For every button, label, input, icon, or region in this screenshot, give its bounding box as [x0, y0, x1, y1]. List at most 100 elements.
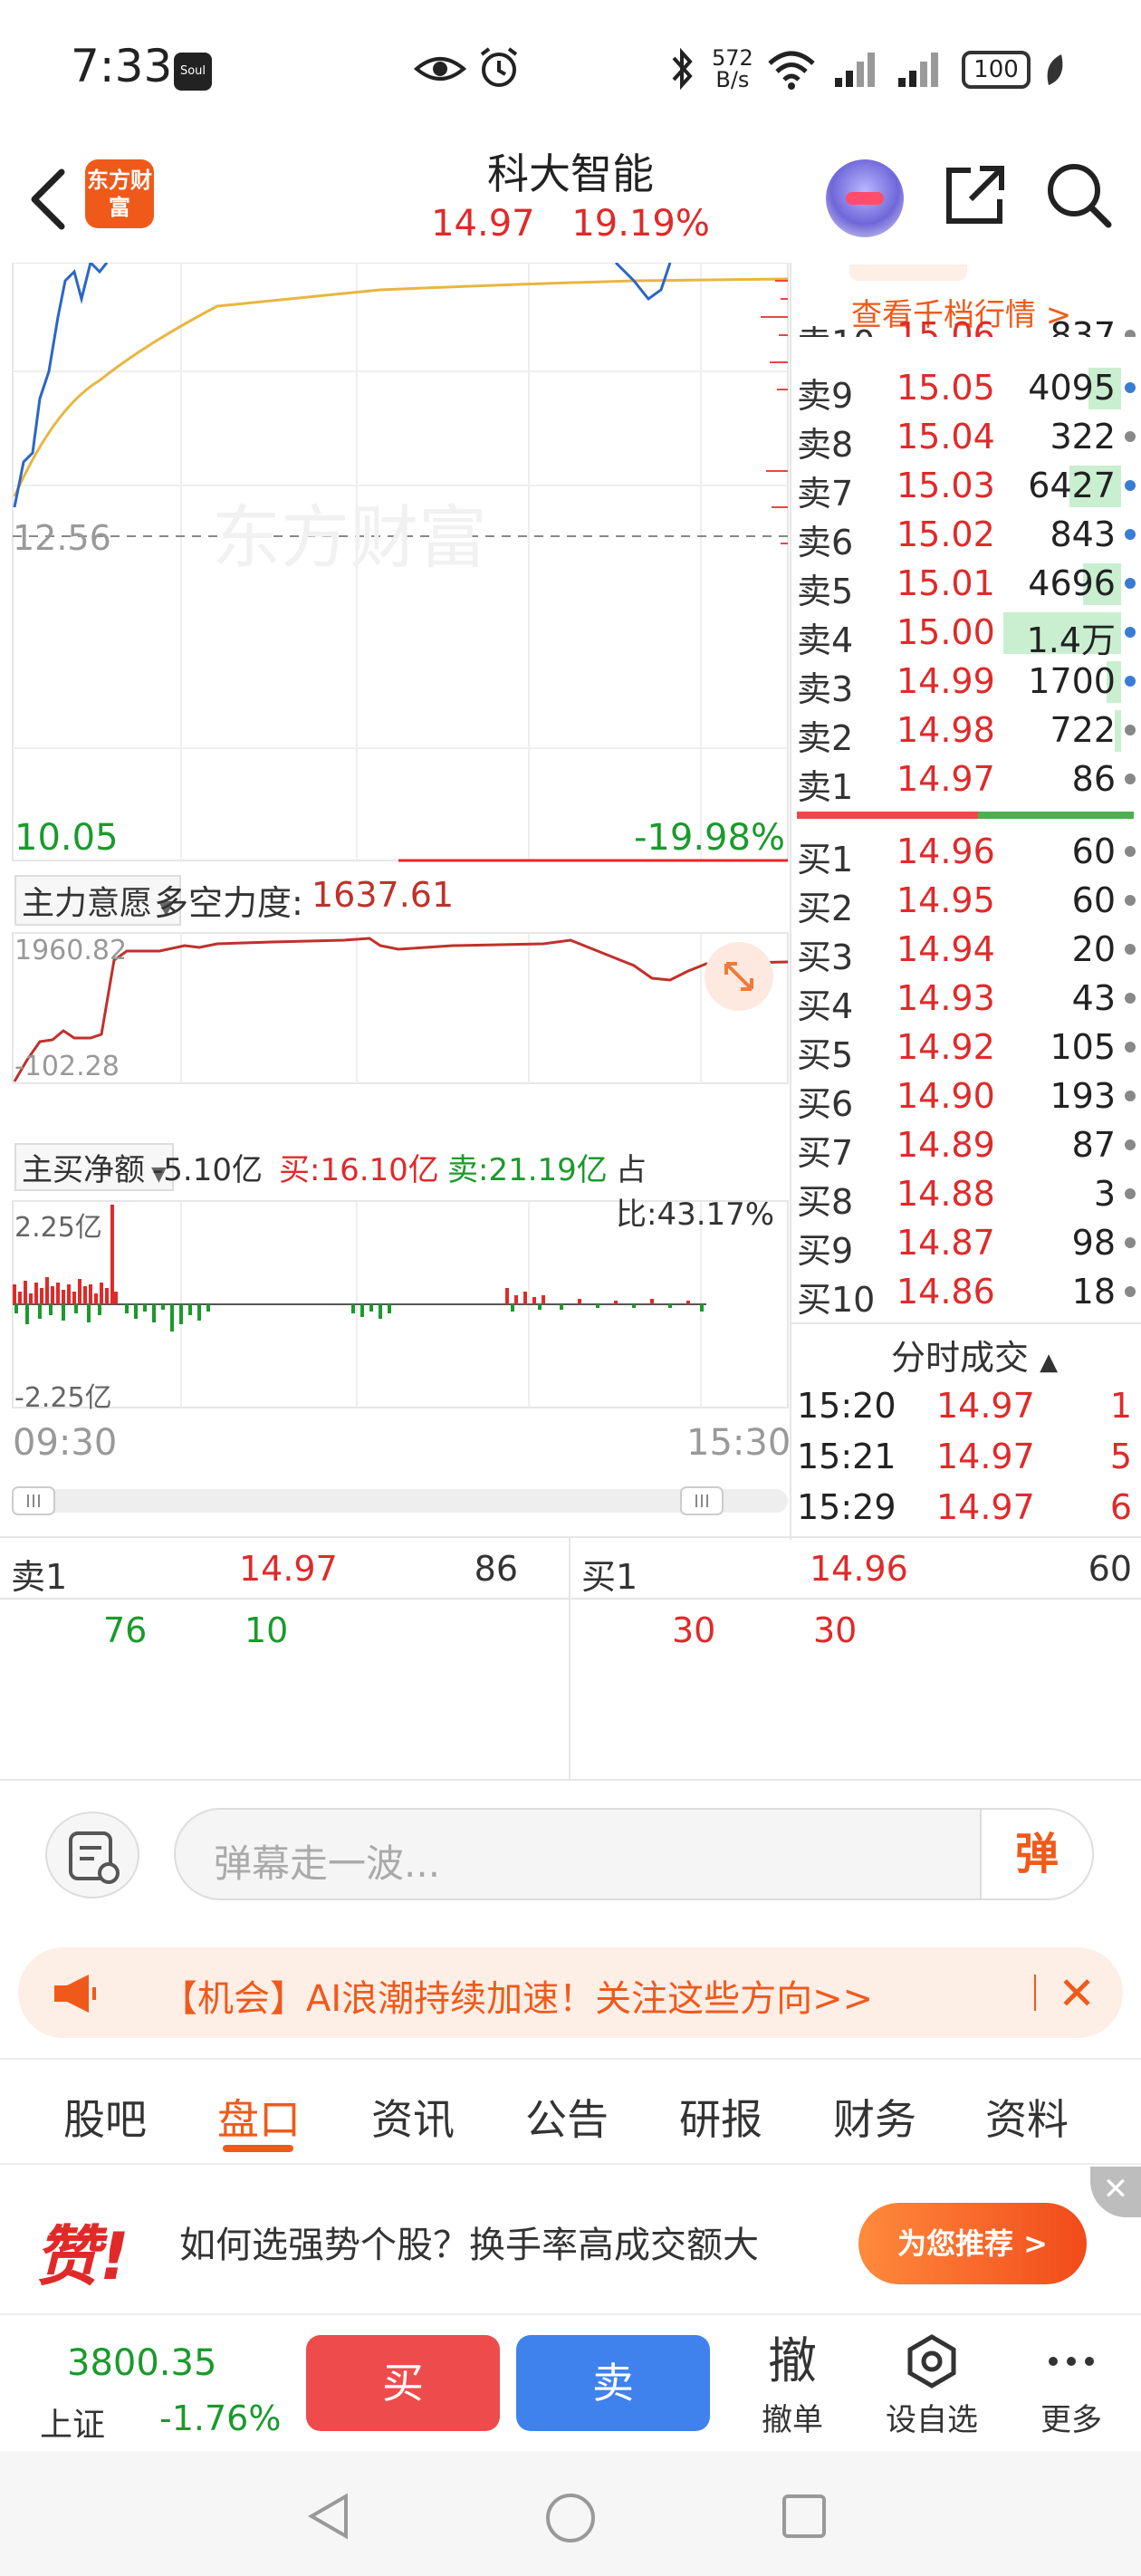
nav-back-icon[interactable]	[304, 2491, 355, 2542]
orderbook-buy-row[interactable]: 买3 14.94 20	[790, 924, 1141, 977]
level-price: 14.89	[896, 1125, 995, 1165]
level-price: 14.92	[896, 1027, 995, 1067]
orderbook-sell-row[interactable]: 卖1 14.97 86	[790, 754, 1141, 807]
orderbook-sell-row[interactable]: 卖5 15.01 4696	[790, 558, 1141, 611]
level-volume: 1.4万	[1026, 620, 1116, 660]
level-label: 买5	[797, 1035, 854, 1075]
tab-0[interactable]: 股吧	[63, 2087, 147, 2147]
level-dot-icon	[1125, 774, 1136, 784]
index-value[interactable]: 3800.35	[67, 2342, 216, 2384]
ticks-title[interactable]: 分时成交 ▲	[891, 1330, 1058, 1379]
tab-6[interactable]: 资料	[985, 2087, 1069, 2147]
signal-icon-1	[835, 53, 875, 87]
tab-3[interactable]: 公告	[525, 2087, 609, 2147]
danmu-send-button[interactable]: 弹	[980, 1810, 1092, 1898]
orderbook-sell-row[interactable]: 卖2 14.98 722	[790, 705, 1141, 758]
orderbook-sell-row[interactable]: 卖6 15.02 843	[790, 509, 1141, 562]
level-dot-icon	[1125, 578, 1136, 589]
level1-quote: 卖1 14.97 86 76 10 买1 14.96 60 30 30	[0, 1536, 1141, 1781]
level-price: 14.97	[896, 759, 995, 799]
search-icon[interactable]	[1043, 159, 1116, 232]
back-arrow-icon[interactable]	[22, 163, 85, 235]
orderbook-buy-row[interactable]: 买9 14.87 98	[790, 1217, 1141, 1271]
nav-home-icon[interactable]	[543, 2491, 598, 2545]
ai-assistant-avatar[interactable]	[826, 159, 904, 237]
level-dot-icon	[1125, 1042, 1136, 1053]
nav-recents-icon[interactable]	[781, 2493, 829, 2542]
level-volume: 60	[1071, 880, 1116, 920]
level-dot-icon	[1125, 1286, 1136, 1297]
tick-price: 14.97	[936, 1487, 1035, 1527]
orderbook-sell-row[interactable]: 卖9 15.05 4095	[790, 362, 1141, 416]
indicator2-max: 2.25亿	[14, 1212, 102, 1244]
danmu-input[interactable]: 弹幕走一波... 弹	[174, 1808, 1094, 1900]
more-button[interactable]: 更多	[1012, 2331, 1130, 2439]
orderbook-sell-row[interactable]: 卖4 15.00 1.4万	[790, 607, 1141, 660]
l1-sell-vol: 86	[474, 1549, 518, 1589]
danmu-settings-button[interactable]	[45, 1812, 139, 1898]
indicator2-selector[interactable]: 主买净额 ▼	[14, 1143, 174, 1191]
orderbook-buy-row[interactable]: 买7 14.89 87	[790, 1120, 1141, 1173]
stock-quote: 14.97 19.19%	[389, 203, 752, 245]
sell-button[interactable]: 卖	[516, 2335, 710, 2431]
level-price: 14.96	[896, 831, 995, 871]
trade-bar: 3800.35 上证 -1.76% 买 卖 撤 撤单 设自选 更多	[0, 2313, 1141, 2449]
danmu-settings-icon	[69, 1831, 120, 1884]
volume-profile	[761, 280, 788, 544]
level-dot-icon	[1125, 993, 1136, 1004]
orderbook-sell-row[interactable]: 卖7 15.03 6427	[790, 460, 1141, 514]
tick-time: 15:20	[797, 1386, 896, 1426]
battery-indicator: 100	[962, 51, 1031, 89]
level-volume: 4095	[1028, 368, 1116, 408]
promo-banner[interactable]: 【机会】AI浪潮持续加速！关注这些方向>> ✕	[18, 1947, 1123, 2038]
level-price: 14.86	[896, 1272, 995, 1312]
indicator2-ratio: 占比:43.17%	[616, 1152, 775, 1233]
tick-row: 15:21 14.97 5	[790, 1431, 1141, 1482]
active-tab-indicator	[223, 2145, 293, 2152]
orderbook-buy-row[interactable]: 买2 14.95 60	[790, 875, 1141, 928]
level-label: 买6	[797, 1084, 854, 1124]
level-price: 14.90	[896, 1076, 995, 1116]
tab-5[interactable]: 财务	[833, 2087, 916, 2147]
hexagon-settings-icon	[873, 2331, 991, 2391]
orderbook-buy-row[interactable]: 买1 14.96 60	[790, 826, 1141, 879]
index-change[interactable]: -1.76%	[159, 2398, 281, 2438]
orderbook-buy-row[interactable]: 买4 14.93 43	[790, 973, 1141, 1026]
index-name[interactable]: 上证	[40, 2398, 105, 2446]
orderbook-sell-row[interactable]: 卖10 15.06 837	[790, 310, 1141, 337]
level-volume: 3	[1093, 1174, 1116, 1214]
wifi-icon	[768, 51, 815, 90]
orderbook-buy-row[interactable]: 买10 14.86 18	[790, 1266, 1141, 1320]
orderbook-buy-row[interactable]: 买8 14.88 3	[790, 1168, 1141, 1222]
add-watchlist-button[interactable]: 设自选	[873, 2331, 991, 2439]
level-dot-icon	[1125, 330, 1136, 337]
ad-recommend-button[interactable]: 为您推荐 >	[858, 2203, 1087, 2284]
tab-2[interactable]: 资讯	[371, 2087, 455, 2147]
orderbook-buy-row[interactable]: 买6 14.90 193	[790, 1071, 1141, 1124]
indicator2-net: -5.10亿	[152, 1152, 263, 1188]
orderbook-sell-row[interactable]: 卖3 14.99 1700	[790, 656, 1141, 709]
stock-header: 东方财富 科大智能 14.97 19.19%	[0, 136, 1141, 263]
buy-button[interactable]: 买	[306, 2335, 500, 2431]
ad-close-icon[interactable]: ✕	[1090, 2167, 1141, 2217]
tick-row: 15:20 14.97 1	[790, 1380, 1141, 1431]
orderbook-buy-row[interactable]: 买5 14.92 105	[790, 1022, 1141, 1075]
cancel-order-button[interactable]: 撤 撤单	[734, 2331, 851, 2439]
level-label: 卖3	[797, 669, 854, 709]
share-icon[interactable]	[940, 161, 1009, 230]
promo-close-icon[interactable]: ✕	[1058, 1967, 1096, 2020]
level-dot-icon	[1125, 382, 1136, 393]
level-label: 买9	[797, 1231, 854, 1271]
level-label: 买7	[797, 1133, 854, 1173]
level-price: 15.01	[896, 563, 995, 603]
intraday-chart-area[interactable]: 东方财富 12.56 10.05 -19.98% 主力意愿 ▼ 多空力度: 16…	[0, 260, 791, 1531]
orderbook-sell-row[interactable]: 卖8 15.04 322	[790, 411, 1141, 465]
depth-ratio-bar-buy	[978, 812, 1134, 819]
tab-1[interactable]: 盘口	[217, 2087, 301, 2147]
content-tabs: 股吧 盘口 资讯 公告 研报 财务 资料	[0, 2058, 1141, 2165]
tab-4[interactable]: 研报	[679, 2087, 762, 2147]
recommend-ad[interactable]: 赞! 如何选强势个股？换手率高成交额大 为您推荐 > ✕	[0, 2167, 1141, 2312]
level-label: 卖1	[797, 767, 854, 807]
main-force-line	[13, 937, 789, 1082]
level-volume: 4696	[1028, 563, 1116, 603]
